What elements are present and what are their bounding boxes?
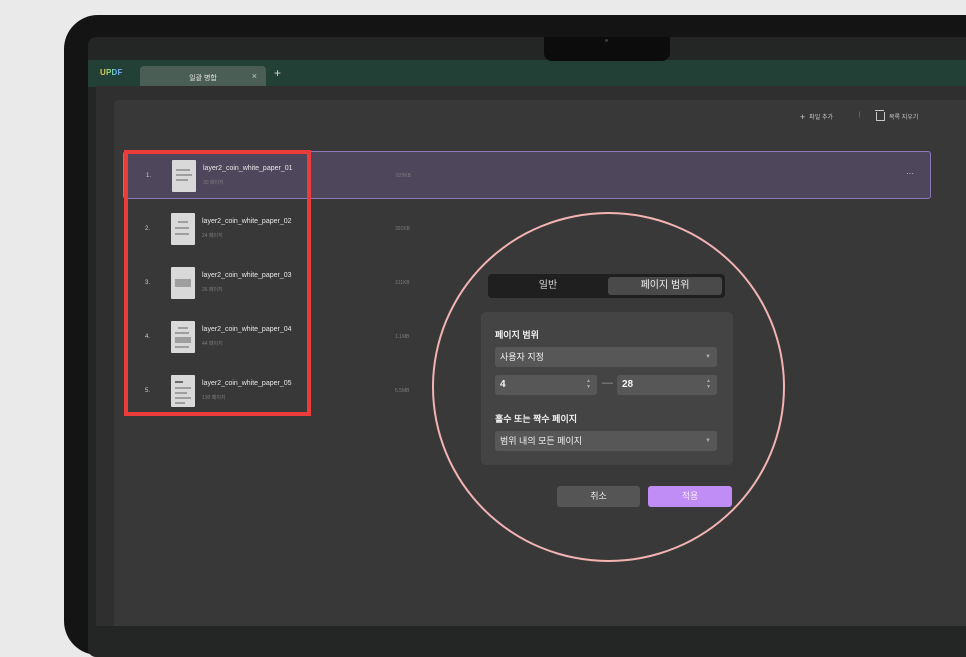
camera-dot: [605, 39, 608, 42]
range-to-stepper[interactable]: 28 ▲ ▼: [617, 375, 717, 395]
stepper-arrows-icon[interactable]: ▲ ▼: [706, 378, 711, 390]
range-from-value: 4: [500, 379, 506, 390]
chevron-down-icon: ▼: [705, 438, 711, 444]
clear-list-label: 목록 지우기: [889, 115, 919, 121]
range-dash: —: [602, 377, 613, 389]
odd-even-label: 홀수 또는 짝수 페이지: [495, 414, 578, 424]
tab-label: 일괄 병합: [189, 75, 217, 82]
trash-icon: [875, 110, 885, 121]
page-range-value: 사용자 지정: [500, 352, 544, 362]
range-to-value: 28: [622, 379, 634, 390]
toolbar-separator: |: [859, 112, 861, 118]
odd-even-value: 범위 내의 모든 페이지: [500, 436, 583, 446]
page-range-label: 페이지 범위: [495, 330, 539, 340]
new-tab-plus-icon[interactable]: +: [274, 66, 281, 80]
clear-list-button[interactable]: 목록 지우기: [875, 110, 919, 121]
dialog-tab-bar: 일반 페이지 범위: [488, 274, 725, 298]
file-size: 311KB: [395, 280, 410, 286]
file-size: 5.5MB: [395, 388, 410, 394]
tab-page-range[interactable]: 페이지 범위: [608, 277, 722, 295]
camera-notch: [544, 37, 670, 61]
add-file-button[interactable]: + 파일 추가: [800, 112, 833, 122]
page-range-select[interactable]: 사용자 지정 ▼: [495, 347, 717, 367]
stepper-arrows-icon[interactable]: ▲ ▼: [586, 378, 591, 390]
app-logo: UPDF: [100, 68, 123, 77]
tab-general[interactable]: 일반: [491, 277, 605, 295]
chevron-down-icon: ▼: [705, 354, 711, 360]
add-file-label: 파일 추가: [809, 115, 834, 121]
range-from-stepper[interactable]: 4 ▲ ▼: [495, 375, 597, 395]
plus-icon: +: [800, 112, 806, 122]
tab-close-icon[interactable]: ×: [252, 71, 257, 81]
tab-batch-merge[interactable]: 일괄 병합 ×: [140, 66, 266, 87]
file-size: 1.1MB: [395, 334, 410, 340]
highlight-box: [124, 150, 311, 416]
cancel-button[interactable]: 취소: [557, 486, 640, 507]
title-bar: UPDF 일괄 병합 × +: [88, 60, 966, 87]
file-size: 391KB: [395, 226, 411, 232]
odd-even-select[interactable]: 범위 내의 모든 페이지 ▼: [495, 431, 717, 451]
apply-button[interactable]: 적용: [648, 486, 732, 507]
more-options-icon[interactable]: ···: [906, 169, 914, 178]
file-size: 829KB: [396, 173, 412, 179]
